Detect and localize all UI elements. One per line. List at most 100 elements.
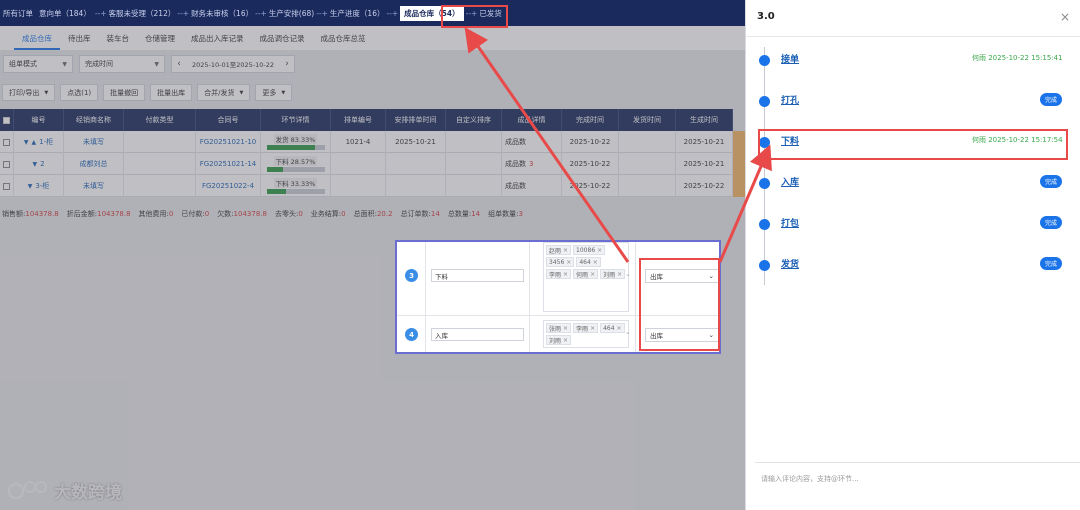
header-cell[interactable]: 完成时间 <box>562 109 619 131</box>
step-name-link[interactable]: 入库 <box>781 175 799 188</box>
id-cell[interactable]: ▼ 3-柜 <box>14 175 64 197</box>
step-name-link[interactable]: 打包 <box>781 216 799 229</box>
header-cell[interactable]: 经销商名称 <box>64 109 124 131</box>
stage-cell[interactable]: 发货 83.33% <box>261 131 331 153</box>
header-cell[interactable]: 自定义排序 <box>446 109 502 131</box>
header-cell[interactable]: 生成时间 <box>676 109 733 131</box>
flow-cs-pending[interactable]: --+ 客服未受理（212） <box>93 8 176 19</box>
close-icon[interactable]: × <box>617 325 622 332</box>
header-cell[interactable]: 环节详情 <box>261 109 331 131</box>
dealer-cell[interactable]: 未填写 <box>64 131 124 153</box>
select-all-checkbox[interactable] <box>0 109 14 131</box>
batch-revoke-button[interactable]: 批量撤回 <box>103 84 146 101</box>
assignee-tag[interactable]: 刘雨 × <box>600 269 626 279</box>
header-cell[interactable]: 成品详情 <box>502 109 562 131</box>
step-name-link[interactable]: 打孔 <box>781 93 799 106</box>
timeline-item[interactable]: 入库 完成 <box>746 170 1080 194</box>
close-icon[interactable]: × <box>563 337 568 344</box>
step-name-link[interactable]: 接单 <box>781 52 799 65</box>
id-cell[interactable]: ▼ 2 <box>14 153 64 175</box>
assignee-tag[interactable]: 李雨 × <box>546 269 572 279</box>
step-name-link[interactable]: 下料 <box>781 134 799 147</box>
close-icon[interactable]: × <box>563 247 568 254</box>
table-row[interactable]: ▼ 3-柜 未填写 FG20251022-4 下料 33.33% 成品数 2025… <box>0 175 733 197</box>
assignee-tag[interactable]: 刘雨 × <box>546 335 572 345</box>
checkbox[interactable] <box>3 116 10 124</box>
tab-transfer-records[interactable]: 成品调仓记录 <box>252 33 313 50</box>
header-cell[interactable]: 排单编号 <box>331 109 386 131</box>
tab-overview[interactable]: 成品仓库总览 <box>313 33 374 50</box>
close-icon[interactable]: × <box>590 271 595 278</box>
table-row[interactable]: ▼ ▲ 1-柜 未填写 FG20251021-10 发货 83.33% 1021-4… <box>0 131 733 153</box>
close-icon[interactable]: × <box>563 271 568 278</box>
assignee-tag[interactable]: 张雨 × <box>546 323 572 333</box>
dealer-cell[interactable]: 成都刘总 <box>64 153 124 175</box>
close-icon[interactable]: × <box>1060 10 1070 24</box>
assignee-tag[interactable]: 464 × <box>576 257 601 267</box>
flow-shipped[interactable]: --+ 已发货 <box>464 8 502 19</box>
row-id[interactable]: 1-柜 <box>39 137 53 147</box>
chevron-down-icon[interactable]: ⌄ <box>625 328 631 336</box>
assignee-tag[interactable]: 赵雨 × <box>546 245 572 255</box>
assignee-tags[interactable]: 赵雨 × 10086 × 3456 × 464 × 李雨 × 何雨 × 刘雨 × <box>543 242 629 312</box>
step-name-link[interactable]: 发货 <box>781 257 799 270</box>
assignee-tags[interactable]: 张雨 × 李雨 × 464 × 刘雨 × <box>543 320 629 348</box>
stage-cell[interactable]: 下料 28.57% <box>261 153 331 175</box>
action-select[interactable]: 出库 ⌄ <box>645 269 719 283</box>
dealer-cell[interactable]: 未填写 <box>64 175 124 197</box>
timeline-item[interactable]: 发货 完成 <box>746 252 1080 276</box>
time-field-select[interactable]: 完成时间 ▼ <box>79 55 165 73</box>
close-icon[interactable]: × <box>593 259 598 266</box>
row-id[interactable]: 3-柜 <box>35 181 49 191</box>
flow-intent[interactable]: 意向单（184） <box>39 8 91 19</box>
step-name-input[interactable]: 下料 <box>431 269 524 282</box>
row-id[interactable]: 2 <box>40 160 44 168</box>
tab-inout-records[interactable]: 成品出入库记录 <box>183 33 252 50</box>
close-icon[interactable]: × <box>563 325 568 332</box>
step-name-input[interactable]: 入库 <box>431 328 524 341</box>
select-button[interactable]: 点选(1) <box>60 84 99 101</box>
row-checkbox-cell[interactable] <box>0 153 14 175</box>
close-icon[interactable]: × <box>566 259 571 266</box>
header-cell[interactable]: 安排排单时间 <box>386 109 446 131</box>
header-cell[interactable]: 发货时间 <box>619 109 676 131</box>
expand-icon[interactable]: ▼ <box>24 139 29 146</box>
contract-cell[interactable]: FG20251021-14 <box>196 153 261 175</box>
comment-input[interactable]: 请输入评论内容，支持@环节... <box>755 462 1080 510</box>
close-icon[interactable]: × <box>617 271 622 278</box>
checkbox[interactable] <box>3 160 10 168</box>
tab-storage[interactable]: 仓储管理 <box>137 33 183 50</box>
close-icon[interactable]: × <box>597 247 602 254</box>
more-button[interactable]: 更多 ▼ <box>255 84 293 101</box>
row-checkbox-cell[interactable] <box>0 131 14 153</box>
assignee-tag[interactable]: 3456 × <box>546 257 575 267</box>
merge-ship-button[interactable]: 合并/发货 ▼ <box>197 84 251 101</box>
tab-loading-dock[interactable]: 装车台 <box>99 33 138 50</box>
timeline-item[interactable]: 打孔 完成 <box>746 88 1080 112</box>
stage-cell[interactable]: 下料 33.33% <box>261 175 331 197</box>
timeline-item[interactable]: 下料 何雨 2025-10-22 15:17:54 <box>746 129 1080 153</box>
flow-production-progress[interactable]: --+ 生产进度（16） <box>314 8 384 19</box>
assignee-tag[interactable]: 464 × <box>600 323 625 333</box>
header-cell[interactable]: 合同号 <box>196 109 261 131</box>
flow-production-plan[interactable]: --+ 生产安排(68) <box>253 8 314 19</box>
chevron-right-icon[interactable]: › <box>280 59 294 69</box>
header-cell[interactable]: 付款类型 <box>124 109 196 131</box>
assignee-tag[interactable]: 10086 × <box>573 245 606 255</box>
id-cell[interactable]: ▼ ▲ 1-柜 <box>14 131 64 153</box>
print-export-button[interactable]: 打印/导出 ▼ <box>2 84 56 101</box>
timeline-item[interactable]: 打包 完成 <box>746 211 1080 235</box>
flow-all[interactable]: 所有订单 <box>3 8 33 19</box>
header-cell[interactable]: 编号 <box>14 109 64 131</box>
assignee-tag[interactable]: 李雨 × <box>573 323 599 333</box>
close-icon[interactable]: × <box>590 325 595 332</box>
expand-icon[interactable]: ▼ <box>28 183 33 190</box>
timeline-item[interactable]: 接单 何雨 2025-10-22 15:15:41 <box>746 47 1080 71</box>
table-row[interactable]: ▼ 2 成都刘总 FG20251021-14 下料 28.57% 成品数 3 202… <box>0 153 733 175</box>
chevron-down-icon[interactable]: ⌄ <box>625 270 631 278</box>
date-range-value[interactable]: 2025-10-01至2025-10-22 <box>186 59 280 69</box>
tab-finished-warehouse[interactable]: 成品仓库 <box>14 33 60 50</box>
flow-finance-pending[interactable]: --+ 财务未审核（16） <box>175 8 253 19</box>
action-select[interactable]: 出库 ⌄ <box>645 328 719 342</box>
expand-icon[interactable]: ▼ <box>32 161 37 168</box>
